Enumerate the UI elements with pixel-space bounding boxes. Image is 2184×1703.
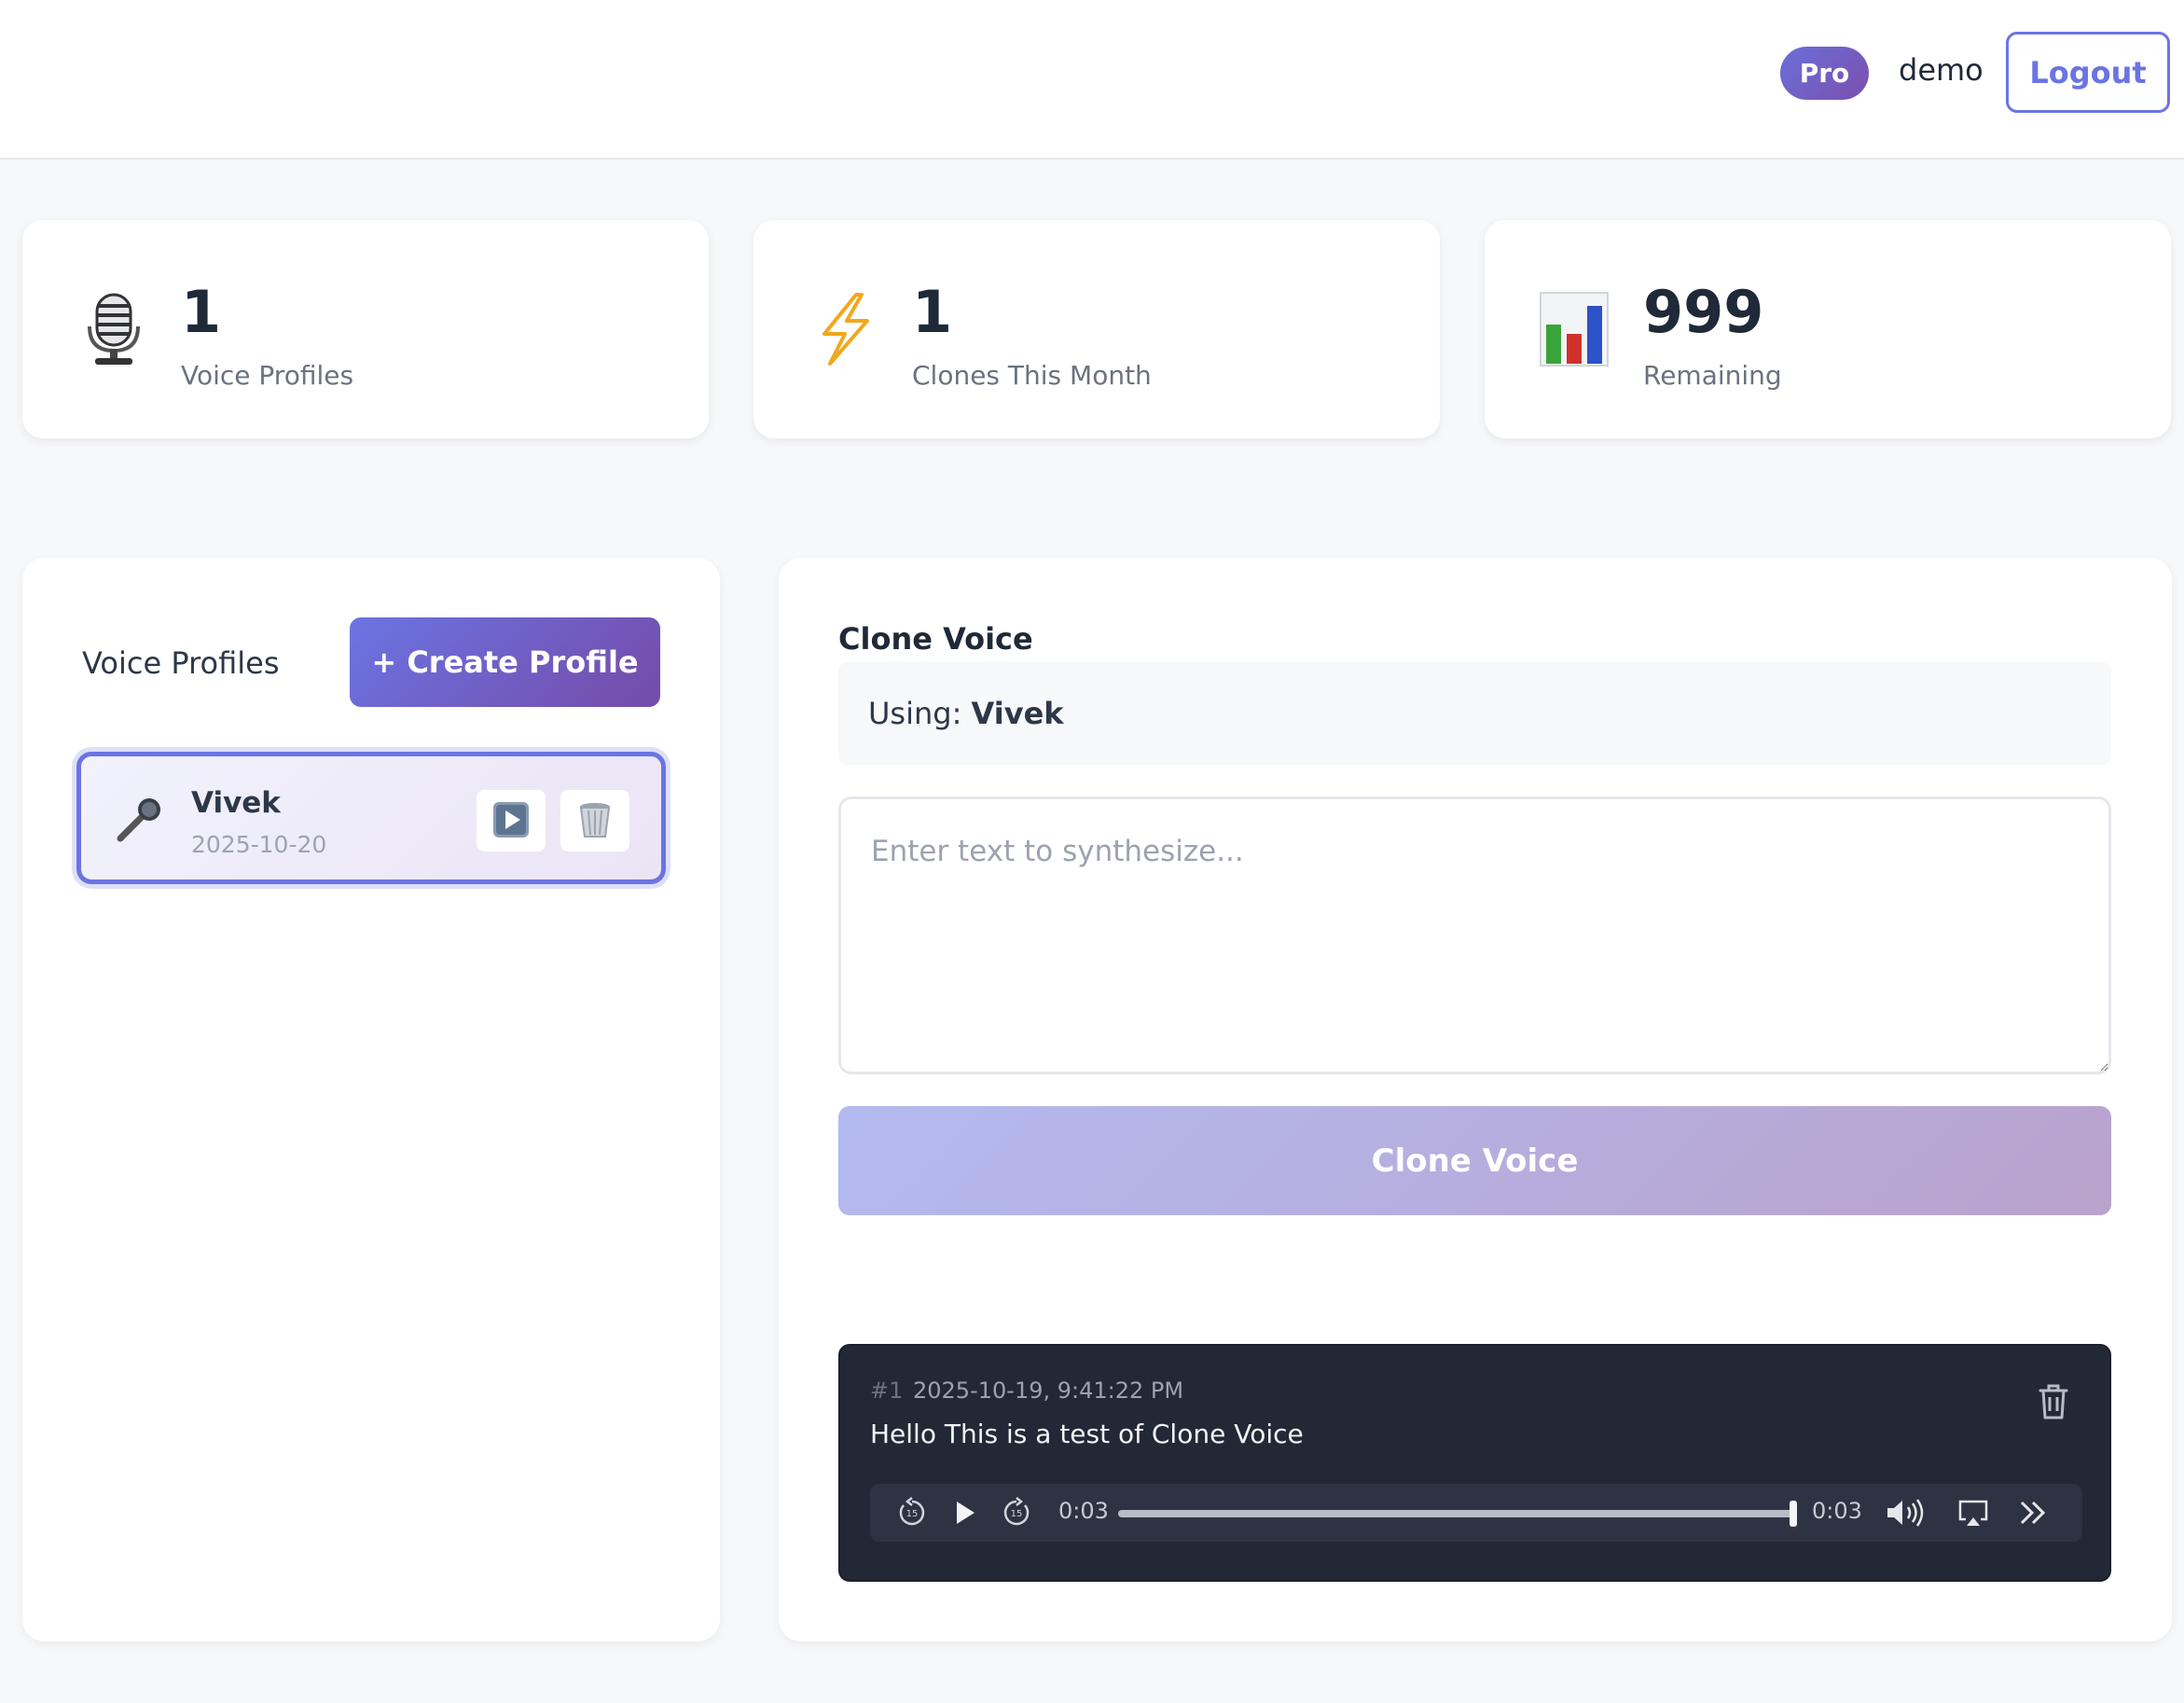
duration-time: 0:03 <box>1812 1498 1862 1524</box>
wastebasket-icon <box>577 801 613 841</box>
playback-speed-icon[interactable] <box>2017 1497 2049 1529</box>
clone-history-item: #1 2025-10-19, 9:41:22 PM Hello This is … <box>838 1344 2111 1582</box>
stat-value: 999 <box>1643 278 1764 346</box>
clone-voice-panel: Clone Voice Using: Vivek Clone Voice #1 … <box>779 558 2172 1641</box>
history-timestamp: 2025-10-19, 9:41:22 PM <box>913 1378 1184 1404</box>
lightning-bolt-icon <box>808 291 882 367</box>
trash-icon[interactable] <box>2035 1381 2072 1422</box>
seek-progress <box>1118 1510 1797 1517</box>
microphone-icon <box>115 794 165 844</box>
history-number: #1 <box>870 1378 904 1404</box>
seek-thumb[interactable] <box>1790 1501 1797 1527</box>
top-bar: Pro demo Logout <box>0 0 2184 159</box>
stat-card-remaining: 999 Remaining <box>1485 220 2171 438</box>
svg-text:15: 15 <box>1011 1509 1023 1519</box>
svg-text:15: 15 <box>906 1509 919 1519</box>
synthesize-text-input[interactable] <box>838 796 2111 1074</box>
history-text: Hello This is a test of Clone Voice <box>870 1419 1304 1449</box>
volume-icon[interactable] <box>1885 1497 1928 1529</box>
using-prefix: Using: <box>868 696 962 731</box>
skip-forward-15-icon[interactable]: 15 <box>1001 1497 1032 1529</box>
skip-back-15-icon[interactable]: 15 <box>896 1497 928 1529</box>
panel-title: Voice Profiles <box>82 645 280 681</box>
plan-badge: Pro <box>1780 47 1869 100</box>
stat-value: 1 <box>181 278 222 346</box>
profile-date: 2025-10-20 <box>191 831 327 858</box>
stat-label: Voice Profiles <box>181 360 354 391</box>
studio-microphone-icon <box>76 291 151 367</box>
create-profile-button[interactable]: + Create Profile <box>350 617 660 707</box>
audio-player: 15 15 0:03 0:03 <box>870 1484 2082 1542</box>
stat-card-clones-this-month: 1 Clones This Month <box>753 220 1440 438</box>
profile-item-vivek[interactable]: Vivek 2025-10-20 <box>76 752 666 884</box>
voice-profiles-panel: Voice Profiles + Create Profile Vivek 20… <box>22 558 720 1641</box>
selected-profile-indicator: Using: Vivek <box>838 662 2111 765</box>
stat-label: Clones This Month <box>912 360 1152 391</box>
clone-voice-heading: Clone Voice <box>838 621 1033 657</box>
username: demo <box>1899 52 1984 88</box>
using-profile-name: Vivek <box>971 696 1064 731</box>
play-icon[interactable] <box>948 1497 980 1529</box>
clone-voice-button[interactable]: Clone Voice <box>838 1106 2111 1215</box>
bar-chart-icon <box>1539 291 1613 367</box>
seek-slider[interactable] <box>1118 1501 1797 1527</box>
profile-name: Vivek <box>191 786 281 820</box>
stat-value: 1 <box>912 278 953 346</box>
stat-card-voice-profiles: 1 Voice Profiles <box>22 220 709 438</box>
play-profile-button[interactable] <box>477 790 546 852</box>
stat-label: Remaining <box>1643 360 1782 391</box>
delete-profile-button[interactable] <box>560 790 629 852</box>
play-icon <box>492 801 530 841</box>
current-time: 0:03 <box>1058 1498 1109 1524</box>
airplay-icon[interactable] <box>1957 1497 1989 1529</box>
logout-button[interactable]: Logout <box>2006 32 2170 113</box>
